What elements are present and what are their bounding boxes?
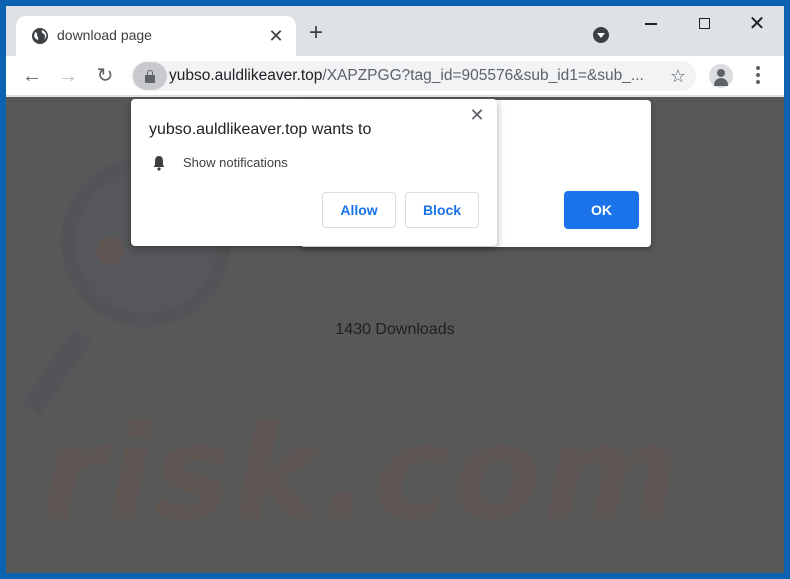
watermark-text: risk.com xyxy=(41,397,681,549)
bookmark-star-icon[interactable]: ☆ xyxy=(670,65,686,87)
person-icon-body xyxy=(714,78,728,86)
tab-title: download page xyxy=(57,27,152,43)
back-button[interactable]: ← xyxy=(18,62,46,90)
lock-icon-body xyxy=(145,75,155,83)
tab-close-icon[interactable]: ✕ xyxy=(264,24,288,48)
window-close-button[interactable]: ✕ xyxy=(742,14,772,34)
menu-icon[interactable] xyxy=(751,64,765,88)
profile-avatar[interactable] xyxy=(709,64,733,88)
watermark-dot xyxy=(96,237,124,265)
ok-button[interactable]: OK xyxy=(564,191,639,229)
globe-icon xyxy=(32,28,48,44)
tab-strip: download page ✕ + ✕ xyxy=(6,6,784,56)
tab-search-icon[interactable] xyxy=(593,27,609,43)
maximize-icon xyxy=(698,18,710,29)
person-icon xyxy=(717,69,725,77)
toolbar: ← → ↻ yubso.auldlikeaver.top/XAPZPGG?tag… xyxy=(6,56,784,96)
close-icon[interactable]: ✕ xyxy=(467,105,487,125)
permission-label: Show notifications xyxy=(183,155,288,170)
forward-button[interactable]: → xyxy=(54,62,82,90)
block-button[interactable]: Block xyxy=(405,192,479,228)
maximize-button[interactable] xyxy=(689,14,719,34)
allow-button[interactable]: Allow xyxy=(322,192,396,228)
downloads-count: 1430 Downloads xyxy=(335,321,455,338)
permission-title: yubso.auldlikeaver.top wants to xyxy=(149,121,372,138)
new-tab-button[interactable]: + xyxy=(304,21,328,46)
page-content: risk.com 1430 Downloads OK yubso.auldlik… xyxy=(6,97,784,573)
tab-download-page[interactable]: download page ✕ xyxy=(16,16,296,56)
minimize-icon xyxy=(645,23,657,25)
site-info-button[interactable] xyxy=(133,62,167,90)
url-path: /XAPZPGG?tag_id=905576&sub_id1=&sub_... xyxy=(322,67,644,84)
bell-icon xyxy=(153,156,165,171)
minimize-button[interactable] xyxy=(636,14,666,34)
notification-permission-popup: yubso.auldlikeaver.top wants to ✕ Show n… xyxy=(131,99,497,246)
url-host: yubso.auldlikeaver.top xyxy=(169,67,323,84)
browser-window: download page ✕ + ✕ ← → ↻ yubso.auldlike… xyxy=(6,6,784,573)
url-text[interactable]: yubso.auldlikeaver.top/XAPZPGG?tag_id=90… xyxy=(169,67,644,85)
reload-button[interactable]: ↻ xyxy=(91,62,119,90)
address-bar[interactable]: yubso.auldlikeaver.top/XAPZPGG?tag_id=90… xyxy=(131,61,696,91)
